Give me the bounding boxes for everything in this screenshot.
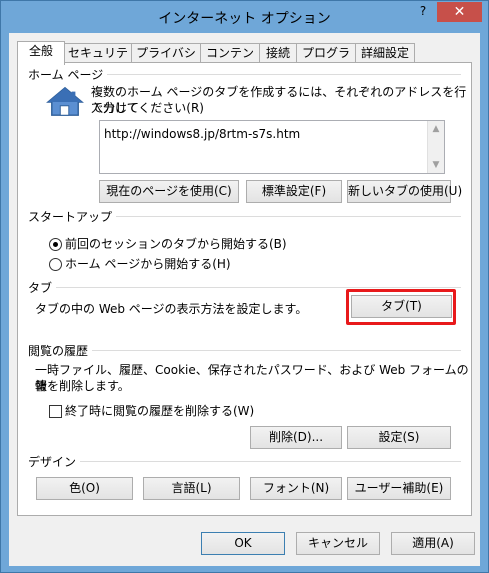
home-group-label: ホーム ページ: [28, 66, 108, 83]
tab-privacy[interactable]: プライバシー: [131, 43, 201, 78]
home-page-url: http://windows8.jp/8rtm-s7s.htm: [104, 127, 301, 141]
accessibility-button[interactable]: ユーザー補助(E): [347, 477, 451, 500]
scroll-up-arrow-icon[interactable]: ▲: [428, 121, 444, 137]
close-button[interactable]: ✕: [437, 2, 482, 22]
history-group-line: [28, 350, 461, 351]
scroll-down-arrow-icon[interactable]: ▼: [428, 157, 444, 173]
tab-programs[interactable]: プログラム: [296, 43, 356, 78]
tab-security[interactable]: セキュリティ: [64, 43, 132, 78]
fonts-button[interactable]: フォント(N): [250, 477, 342, 500]
history-description-line2: 報を削除します。: [35, 379, 130, 393]
help-button[interactable]: ?: [415, 4, 431, 22]
textarea-scrollbar[interactable]: ▲ ▼: [427, 121, 444, 173]
tabs-group-label: タブ: [28, 279, 57, 296]
home-icon: [46, 86, 84, 116]
use-default-button[interactable]: 標準設定(F): [246, 180, 342, 203]
home-page-textarea[interactable]: http://windows8.jp/8rtm-s7s.htm ▲ ▼: [99, 120, 445, 174]
tabs-settings-button[interactable]: タブ(T): [351, 295, 452, 318]
history-settings-button[interactable]: 設定(S): [347, 426, 451, 449]
design-group-label: デザイン: [28, 453, 81, 470]
home-description-line2: 入力してください(R): [91, 101, 204, 115]
tab-connections[interactable]: 接続: [259, 43, 297, 63]
delete-history-button[interactable]: 削除(D)...: [250, 426, 342, 449]
start-with-home-radio[interactable]: [49, 258, 62, 271]
tab-advanced[interactable]: 詳細設定: [355, 43, 415, 63]
delete-on-exit-checkbox[interactable]: [49, 405, 62, 418]
design-group-line: [28, 461, 461, 462]
title-bar[interactable]: インターネット オプション ? ✕: [1, 1, 488, 33]
dialog-window: インターネット オプション ? ✕ 全般 セキュリティ プライバシー コンテンツ…: [0, 0, 489, 573]
colors-button[interactable]: 色(O): [36, 477, 133, 500]
languages-button[interactable]: 言語(L): [143, 477, 240, 500]
delete-on-exit-label: 終了時に閲覧の履歴を削除する(W): [65, 404, 255, 418]
tab-general[interactable]: 全般: [17, 41, 65, 65]
ok-button[interactable]: OK: [201, 532, 285, 555]
tab-content[interactable]: コンテンツ: [200, 43, 260, 78]
tabs-group-line: [28, 287, 461, 288]
apply-button[interactable]: 適用(A): [391, 532, 475, 555]
use-current-button[interactable]: 現在のページを使用(C): [99, 180, 239, 203]
cancel-button[interactable]: キャンセル: [296, 532, 380, 555]
start-with-home-label: ホーム ページから開始する(H): [65, 257, 231, 271]
startup-group-label: スタートアップ: [28, 208, 117, 225]
start-with-session-label: 前回のセッションのタブから開始する(B): [65, 237, 287, 251]
tabs-description: タブの中の Web ページの表示方法を設定します。: [35, 302, 308, 316]
history-group-label: 閲覧の履歴: [28, 342, 93, 359]
general-panel: ホーム ページ 複数のホーム ページのタブを作成するには、それぞれのアドレスを行…: [17, 62, 472, 516]
dialog-client: 全般 セキュリティ プライバシー コンテンツ 接続 プログラム 詳細設定 ホーム…: [9, 33, 480, 566]
use-new-tab-button[interactable]: 新しいタブの使用(U): [347, 180, 462, 203]
start-with-session-radio[interactable]: [49, 238, 62, 251]
